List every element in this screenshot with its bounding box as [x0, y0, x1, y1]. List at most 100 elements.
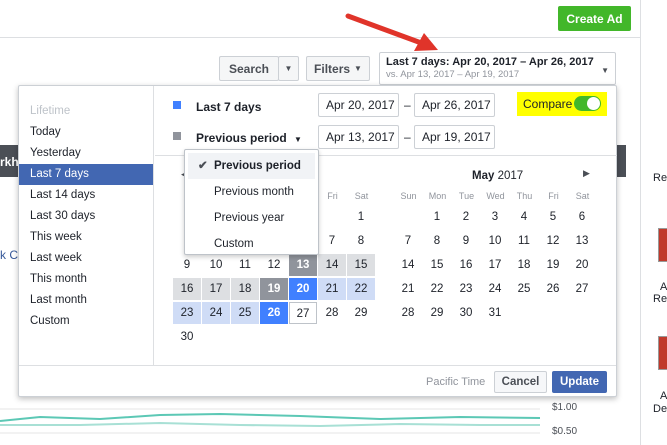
calendar-day[interactable]: 14 [394, 254, 422, 276]
calendar-day[interactable]: 30 [452, 302, 480, 324]
calendar-day[interactable]: 28 [318, 302, 346, 324]
calendar-day[interactable]: 20 [289, 278, 317, 300]
calendar-day[interactable]: 14 [318, 254, 346, 276]
calendar-day[interactable]: 12 [260, 254, 288, 276]
compare-menu-option[interactable]: Previous month [185, 179, 318, 205]
preset-item[interactable]: This week [19, 227, 153, 248]
calendar-day[interactable]: 17 [202, 278, 230, 300]
calendar-day[interactable]: 11 [231, 254, 259, 276]
campaign-link-fragment[interactable]: k C [0, 248, 18, 262]
current-start-date-input[interactable]: Apr 20, 2017 [318, 93, 399, 117]
calendar-day[interactable]: 26 [539, 278, 567, 300]
calendar-day[interactable]: 29 [347, 302, 375, 324]
preset-item[interactable]: Yesterday [19, 143, 153, 164]
calendar-day[interactable]: 24 [481, 278, 509, 300]
compare-period-menu: ✔ Previous period Previous month Previous y… [184, 149, 319, 255]
calendar-day[interactable]: 20 [568, 254, 596, 276]
search-button[interactable]: Search [219, 56, 279, 81]
calendar-day[interactable]: 3 [481, 206, 509, 228]
top-bar: Create Ad [0, 0, 640, 38]
compare-toggle[interactable] [574, 96, 601, 111]
chevron-down-icon: ▼ [601, 66, 609, 75]
compare-period-label: Previous period [196, 131, 287, 145]
checkmark-icon: ✔ [198, 160, 208, 172]
weekday-header: Thu [516, 191, 533, 201]
create-ad-button[interactable]: Create Ad [558, 6, 631, 31]
calendar-day[interactable]: 21 [394, 278, 422, 300]
calendar-day[interactable]: 8 [347, 230, 375, 252]
calendar-day[interactable]: 7 [318, 230, 346, 252]
calendar-day[interactable]: 8 [423, 230, 451, 252]
calendar-day[interactable]: 12 [539, 230, 567, 252]
calendar-day[interactable]: 25 [231, 302, 259, 324]
axis-label: $0.50 [552, 426, 578, 437]
compare-menu-option[interactable]: Custom [185, 231, 318, 257]
calendar-day[interactable]: 6 [568, 206, 596, 228]
preset-list: Lifetime Today Yesterday Last 7 days Last 14… [19, 86, 154, 365]
update-button[interactable]: Update [552, 371, 607, 393]
calendar-day[interactable]: 25 [510, 278, 538, 300]
calendar-day[interactable]: 17 [481, 254, 509, 276]
calendar-day[interactable]: 18 [510, 254, 538, 276]
calendar-day[interactable]: 29 [423, 302, 451, 324]
calendar-day[interactable]: 19 [539, 254, 567, 276]
month-name: May [472, 170, 495, 182]
compare-period-select[interactable]: Previous period ▼ [196, 131, 302, 145]
next-month-arrow[interactable]: ▶ [583, 168, 590, 179]
weekday-header: Fri [327, 191, 338, 201]
calendar-day[interactable]: 13 [289, 254, 317, 276]
compare-menu-option[interactable]: ✔ Previous period [188, 153, 315, 179]
preset-item[interactable]: Last 14 days [19, 185, 153, 206]
calendar-day[interactable]: 4 [510, 206, 538, 228]
calendar-day[interactable]: 10 [202, 254, 230, 276]
calendar-day[interactable]: 9 [173, 254, 201, 276]
calendar-day[interactable]: 15 [423, 254, 451, 276]
calendar-day[interactable]: 22 [347, 278, 375, 300]
calendar-day[interactable]: 19 [260, 278, 288, 300]
calendar-day[interactable]: 18 [231, 278, 259, 300]
date-range-compare-text: vs. Apr 13, 2017 – Apr 19, 2017 [386, 69, 520, 80]
calendar-day[interactable]: 28 [394, 302, 422, 324]
cancel-button[interactable]: Cancel [494, 371, 547, 393]
preset-item[interactable]: Last month [19, 290, 153, 311]
calendar-day[interactable]: 10 [481, 230, 509, 252]
preset-item: Lifetime [30, 105, 71, 117]
calendar-day[interactable]: 9 [452, 230, 480, 252]
calendar-day[interactable]: 15 [347, 254, 375, 276]
preset-item[interactable]: Last 30 days [19, 206, 153, 227]
calendar-day[interactable]: 16 [173, 278, 201, 300]
calendar-day[interactable]: 26 [260, 302, 288, 324]
calendar-day[interactable]: 1 [423, 206, 451, 228]
preset-item[interactable]: This month [19, 269, 153, 290]
calendar-day[interactable]: 31 [481, 302, 509, 324]
calendar-day[interactable]: 23 [173, 302, 201, 324]
search-dropdown-button[interactable]: ▼ [278, 56, 299, 81]
calendar-day[interactable]: 30 [173, 326, 201, 348]
calendar-day[interactable]: 7 [394, 230, 422, 252]
calendar-day[interactable]: 5 [539, 206, 567, 228]
compare-end-date-input[interactable]: Apr 19, 2017 [414, 125, 495, 149]
calendar-day[interactable]: 11 [510, 230, 538, 252]
calendar-day[interactable]: 27 [568, 278, 596, 300]
calendar-day[interactable]: 23 [452, 278, 480, 300]
calendar-day[interactable]: 22 [423, 278, 451, 300]
calendar-day[interactable]: 21 [318, 278, 346, 300]
calendar-day[interactable]: 27 [289, 302, 317, 324]
calendar-day[interactable]: 2 [452, 206, 480, 228]
preset-item[interactable]: Custom [19, 311, 153, 332]
range-dash: – [404, 98, 411, 112]
compare-range-swatch [173, 132, 181, 140]
calendar-day[interactable]: 13 [568, 230, 596, 252]
weekday-header: Sat [354, 191, 369, 201]
calendar-day[interactable]: 1 [347, 206, 375, 228]
preset-item[interactable]: Last week [19, 248, 153, 269]
preset-item[interactable]: Last 7 days [19, 164, 153, 185]
compare-start-date-input[interactable]: Apr 13, 2017 [318, 125, 399, 149]
filters-button[interactable]: Filters ▼ [306, 56, 370, 81]
preset-item[interactable]: Today [19, 122, 153, 143]
current-end-date-input[interactable]: Apr 26, 2017 [414, 93, 495, 117]
calendar-day[interactable]: 16 [452, 254, 480, 276]
compare-menu-option[interactable]: Previous year [185, 205, 318, 231]
calendar-day[interactable]: 24 [202, 302, 230, 324]
compare-menu-option-label: Previous month [214, 186, 294, 198]
